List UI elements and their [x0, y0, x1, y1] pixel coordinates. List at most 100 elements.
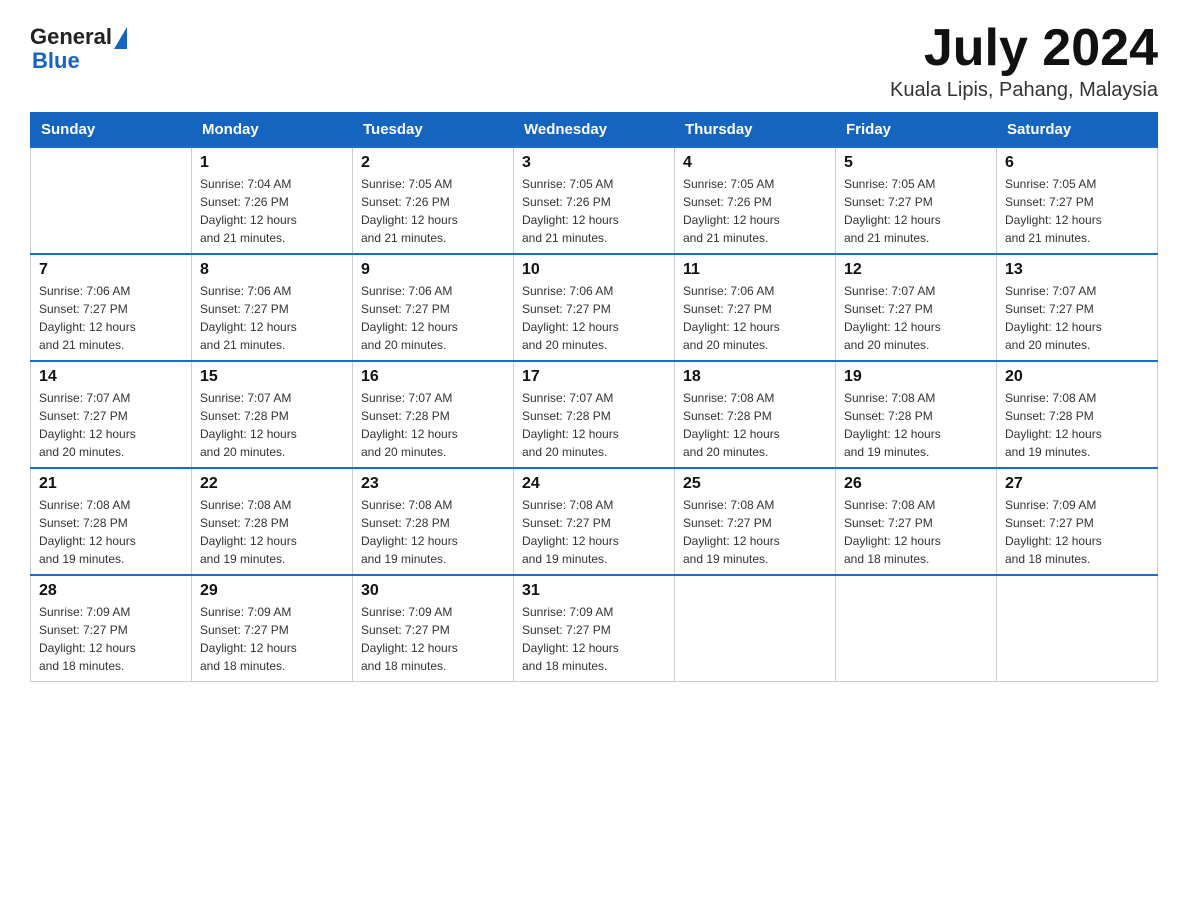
- day-number: 24: [522, 475, 666, 493]
- col-sunday: Sunday: [31, 113, 192, 148]
- table-row: [836, 575, 997, 682]
- table-row: 14 Sunrise: 7:07 AMSunset: 7:27 PMDayligh…: [31, 361, 192, 468]
- table-row: 25 Sunrise: 7:08 AMSunset: 7:27 PMDayligh…: [675, 468, 836, 575]
- day-info: Sunrise: 7:08 AMSunset: 7:28 PMDaylight:…: [200, 496, 344, 568]
- col-friday: Friday: [836, 113, 997, 148]
- col-wednesday: Wednesday: [514, 113, 675, 148]
- table-row: 2 Sunrise: 7:05 AMSunset: 7:26 PMDaylight…: [353, 147, 514, 254]
- table-row: 18 Sunrise: 7:08 AMSunset: 7:28 PMDayligh…: [675, 361, 836, 468]
- table-row: 24Sunrise: 7:08 AMSunset: 7:27 PMDayligh…: [514, 468, 675, 575]
- table-row: [31, 147, 192, 254]
- day-number: 28: [39, 582, 183, 600]
- day-info: Sunrise: 7:07 AMSunset: 7:28 PMDaylight:…: [361, 389, 505, 461]
- day-number: 14: [39, 368, 183, 386]
- day-info: Sunrise: 7:05 AMSunset: 7:27 PMDaylight:…: [844, 175, 988, 247]
- day-number: 2: [361, 154, 505, 172]
- day-number: 23: [361, 475, 505, 493]
- table-row: 3 Sunrise: 7:05 AMSunset: 7:26 PMDaylight…: [514, 147, 675, 254]
- col-saturday: Saturday: [997, 113, 1158, 148]
- day-info: Sunrise: 7:06 AMSunset: 7:27 PMDaylight:…: [39, 282, 183, 354]
- day-number: 8: [200, 261, 344, 279]
- calendar-week-3: 14 Sunrise: 7:07 AMSunset: 7:27 PMDayligh…: [31, 361, 1158, 468]
- day-info: Sunrise: 7:05 AMSunset: 7:26 PMDaylight:…: [361, 175, 505, 247]
- calendar-week-5: 28 Sunrise: 7:09 AMSunset: 7:27 PMDayligh…: [31, 575, 1158, 682]
- day-info: Sunrise: 7:07 AMSunset: 7:27 PMDaylight:…: [1005, 282, 1149, 354]
- day-number: 4: [683, 154, 827, 172]
- day-info: Sunrise: 7:08 AMSunset: 7:28 PMDaylight:…: [683, 389, 827, 461]
- day-number: 22: [200, 475, 344, 493]
- day-info: Sunrise: 7:09 AMSunset: 7:27 PMDaylight:…: [1005, 496, 1149, 568]
- table-row: 17Sunrise: 7:07 AMSunset: 7:28 PMDayligh…: [514, 361, 675, 468]
- table-row: 8 Sunrise: 7:06 AMSunset: 7:27 PMDaylight…: [192, 254, 353, 361]
- day-number: 13: [1005, 261, 1149, 279]
- day-info: Sunrise: 7:09 AMSunset: 7:27 PMDaylight:…: [361, 603, 505, 675]
- day-number: 25: [683, 475, 827, 493]
- day-number: 5: [844, 154, 988, 172]
- table-row: 30Sunrise: 7:09 AMSunset: 7:27 PMDayligh…: [353, 575, 514, 682]
- day-info: Sunrise: 7:08 AMSunset: 7:28 PMDaylight:…: [361, 496, 505, 568]
- table-row: 5 Sunrise: 7:05 AMSunset: 7:27 PMDaylight…: [836, 147, 997, 254]
- day-number: 21: [39, 475, 183, 493]
- title-block: July 2024 Kuala Lipis, Pahang, Malaysia: [890, 20, 1158, 102]
- table-row: 21 Sunrise: 7:08 AMSunset: 7:28 PMDayligh…: [31, 468, 192, 575]
- calendar-header-row: Sunday Monday Tuesday Wednesday Thursday…: [31, 113, 1158, 148]
- day-number: 7: [39, 261, 183, 279]
- day-info: Sunrise: 7:05 AMSunset: 7:26 PMDaylight:…: [683, 175, 827, 247]
- table-row: 23 Sunrise: 7:08 AMSunset: 7:28 PMDayligh…: [353, 468, 514, 575]
- table-row: [675, 575, 836, 682]
- page-header: General Blue July 2024 Kuala Lipis, Paha…: [30, 20, 1158, 102]
- day-info: Sunrise: 7:08 AMSunset: 7:28 PMDaylight:…: [39, 496, 183, 568]
- logo-general: General: [30, 25, 112, 49]
- day-info: Sunrise: 7:08 AMSunset: 7:28 PMDaylight:…: [1005, 389, 1149, 461]
- table-row: 12 Sunrise: 7:07 AMSunset: 7:27 PMDayligh…: [836, 254, 997, 361]
- logo: General Blue: [30, 25, 127, 73]
- day-number: 19: [844, 368, 988, 386]
- day-number: 31: [522, 582, 666, 600]
- table-row: 4 Sunrise: 7:05 AMSunset: 7:26 PMDaylight…: [675, 147, 836, 254]
- day-number: 11: [683, 261, 827, 279]
- day-info: Sunrise: 7:09 AMSunset: 7:27 PMDaylight:…: [522, 603, 666, 675]
- day-number: 27: [1005, 475, 1149, 493]
- col-thursday: Thursday: [675, 113, 836, 148]
- day-number: 10: [522, 261, 666, 279]
- day-info: Sunrise: 7:06 AMSunset: 7:27 PMDaylight:…: [522, 282, 666, 354]
- day-info: Sunrise: 7:08 AMSunset: 7:27 PMDaylight:…: [683, 496, 827, 568]
- day-number: 18: [683, 368, 827, 386]
- table-row: 15Sunrise: 7:07 AMSunset: 7:28 PMDayligh…: [192, 361, 353, 468]
- table-row: 13 Sunrise: 7:07 AMSunset: 7:27 PMDayligh…: [997, 254, 1158, 361]
- table-row: 7 Sunrise: 7:06 AMSunset: 7:27 PMDaylight…: [31, 254, 192, 361]
- col-monday: Monday: [192, 113, 353, 148]
- day-info: Sunrise: 7:07 AMSunset: 7:27 PMDaylight:…: [844, 282, 988, 354]
- logo-blue: Blue: [32, 49, 80, 73]
- day-number: 16: [361, 368, 505, 386]
- calendar-week-4: 21 Sunrise: 7:08 AMSunset: 7:28 PMDayligh…: [31, 468, 1158, 575]
- day-number: 6: [1005, 154, 1149, 172]
- day-info: Sunrise: 7:06 AMSunset: 7:27 PMDaylight:…: [200, 282, 344, 354]
- table-row: 31 Sunrise: 7:09 AMSunset: 7:27 PMDayligh…: [514, 575, 675, 682]
- day-info: Sunrise: 7:08 AMSunset: 7:28 PMDaylight:…: [844, 389, 988, 461]
- calendar-week-1: 1Sunrise: 7:04 AMSunset: 7:26 PMDaylight…: [31, 147, 1158, 254]
- table-row: 10 Sunrise: 7:06 AMSunset: 7:27 PMDayligh…: [514, 254, 675, 361]
- page-subtitle: Kuala Lipis, Pahang, Malaysia: [890, 79, 1158, 102]
- logo-triangle-icon: [114, 27, 127, 49]
- table-row: 6 Sunrise: 7:05 AMSunset: 7:27 PMDaylight…: [997, 147, 1158, 254]
- calendar-table: Sunday Monday Tuesday Wednesday Thursday…: [30, 112, 1158, 682]
- table-row: 28Sunrise: 7:09 AMSunset: 7:27 PMDayligh…: [31, 575, 192, 682]
- day-info: Sunrise: 7:06 AMSunset: 7:27 PMDaylight:…: [361, 282, 505, 354]
- day-info: Sunrise: 7:07 AMSunset: 7:27 PMDaylight:…: [39, 389, 183, 461]
- day-info: Sunrise: 7:05 AMSunset: 7:27 PMDaylight:…: [1005, 175, 1149, 247]
- day-info: Sunrise: 7:06 AMSunset: 7:27 PMDaylight:…: [683, 282, 827, 354]
- day-number: 17: [522, 368, 666, 386]
- table-row: 26 Sunrise: 7:08 AMSunset: 7:27 PMDayligh…: [836, 468, 997, 575]
- table-row: 16 Sunrise: 7:07 AMSunset: 7:28 PMDayligh…: [353, 361, 514, 468]
- day-number: 12: [844, 261, 988, 279]
- day-number: 26: [844, 475, 988, 493]
- day-number: 1: [200, 154, 344, 172]
- day-number: 3: [522, 154, 666, 172]
- table-row: 11 Sunrise: 7:06 AMSunset: 7:27 PMDayligh…: [675, 254, 836, 361]
- table-row: 19 Sunrise: 7:08 AMSunset: 7:28 PMDayligh…: [836, 361, 997, 468]
- day-info: Sunrise: 7:08 AMSunset: 7:27 PMDaylight:…: [844, 496, 988, 568]
- day-info: Sunrise: 7:05 AMSunset: 7:26 PMDaylight:…: [522, 175, 666, 247]
- table-row: 29Sunrise: 7:09 AMSunset: 7:27 PMDayligh…: [192, 575, 353, 682]
- day-number: 20: [1005, 368, 1149, 386]
